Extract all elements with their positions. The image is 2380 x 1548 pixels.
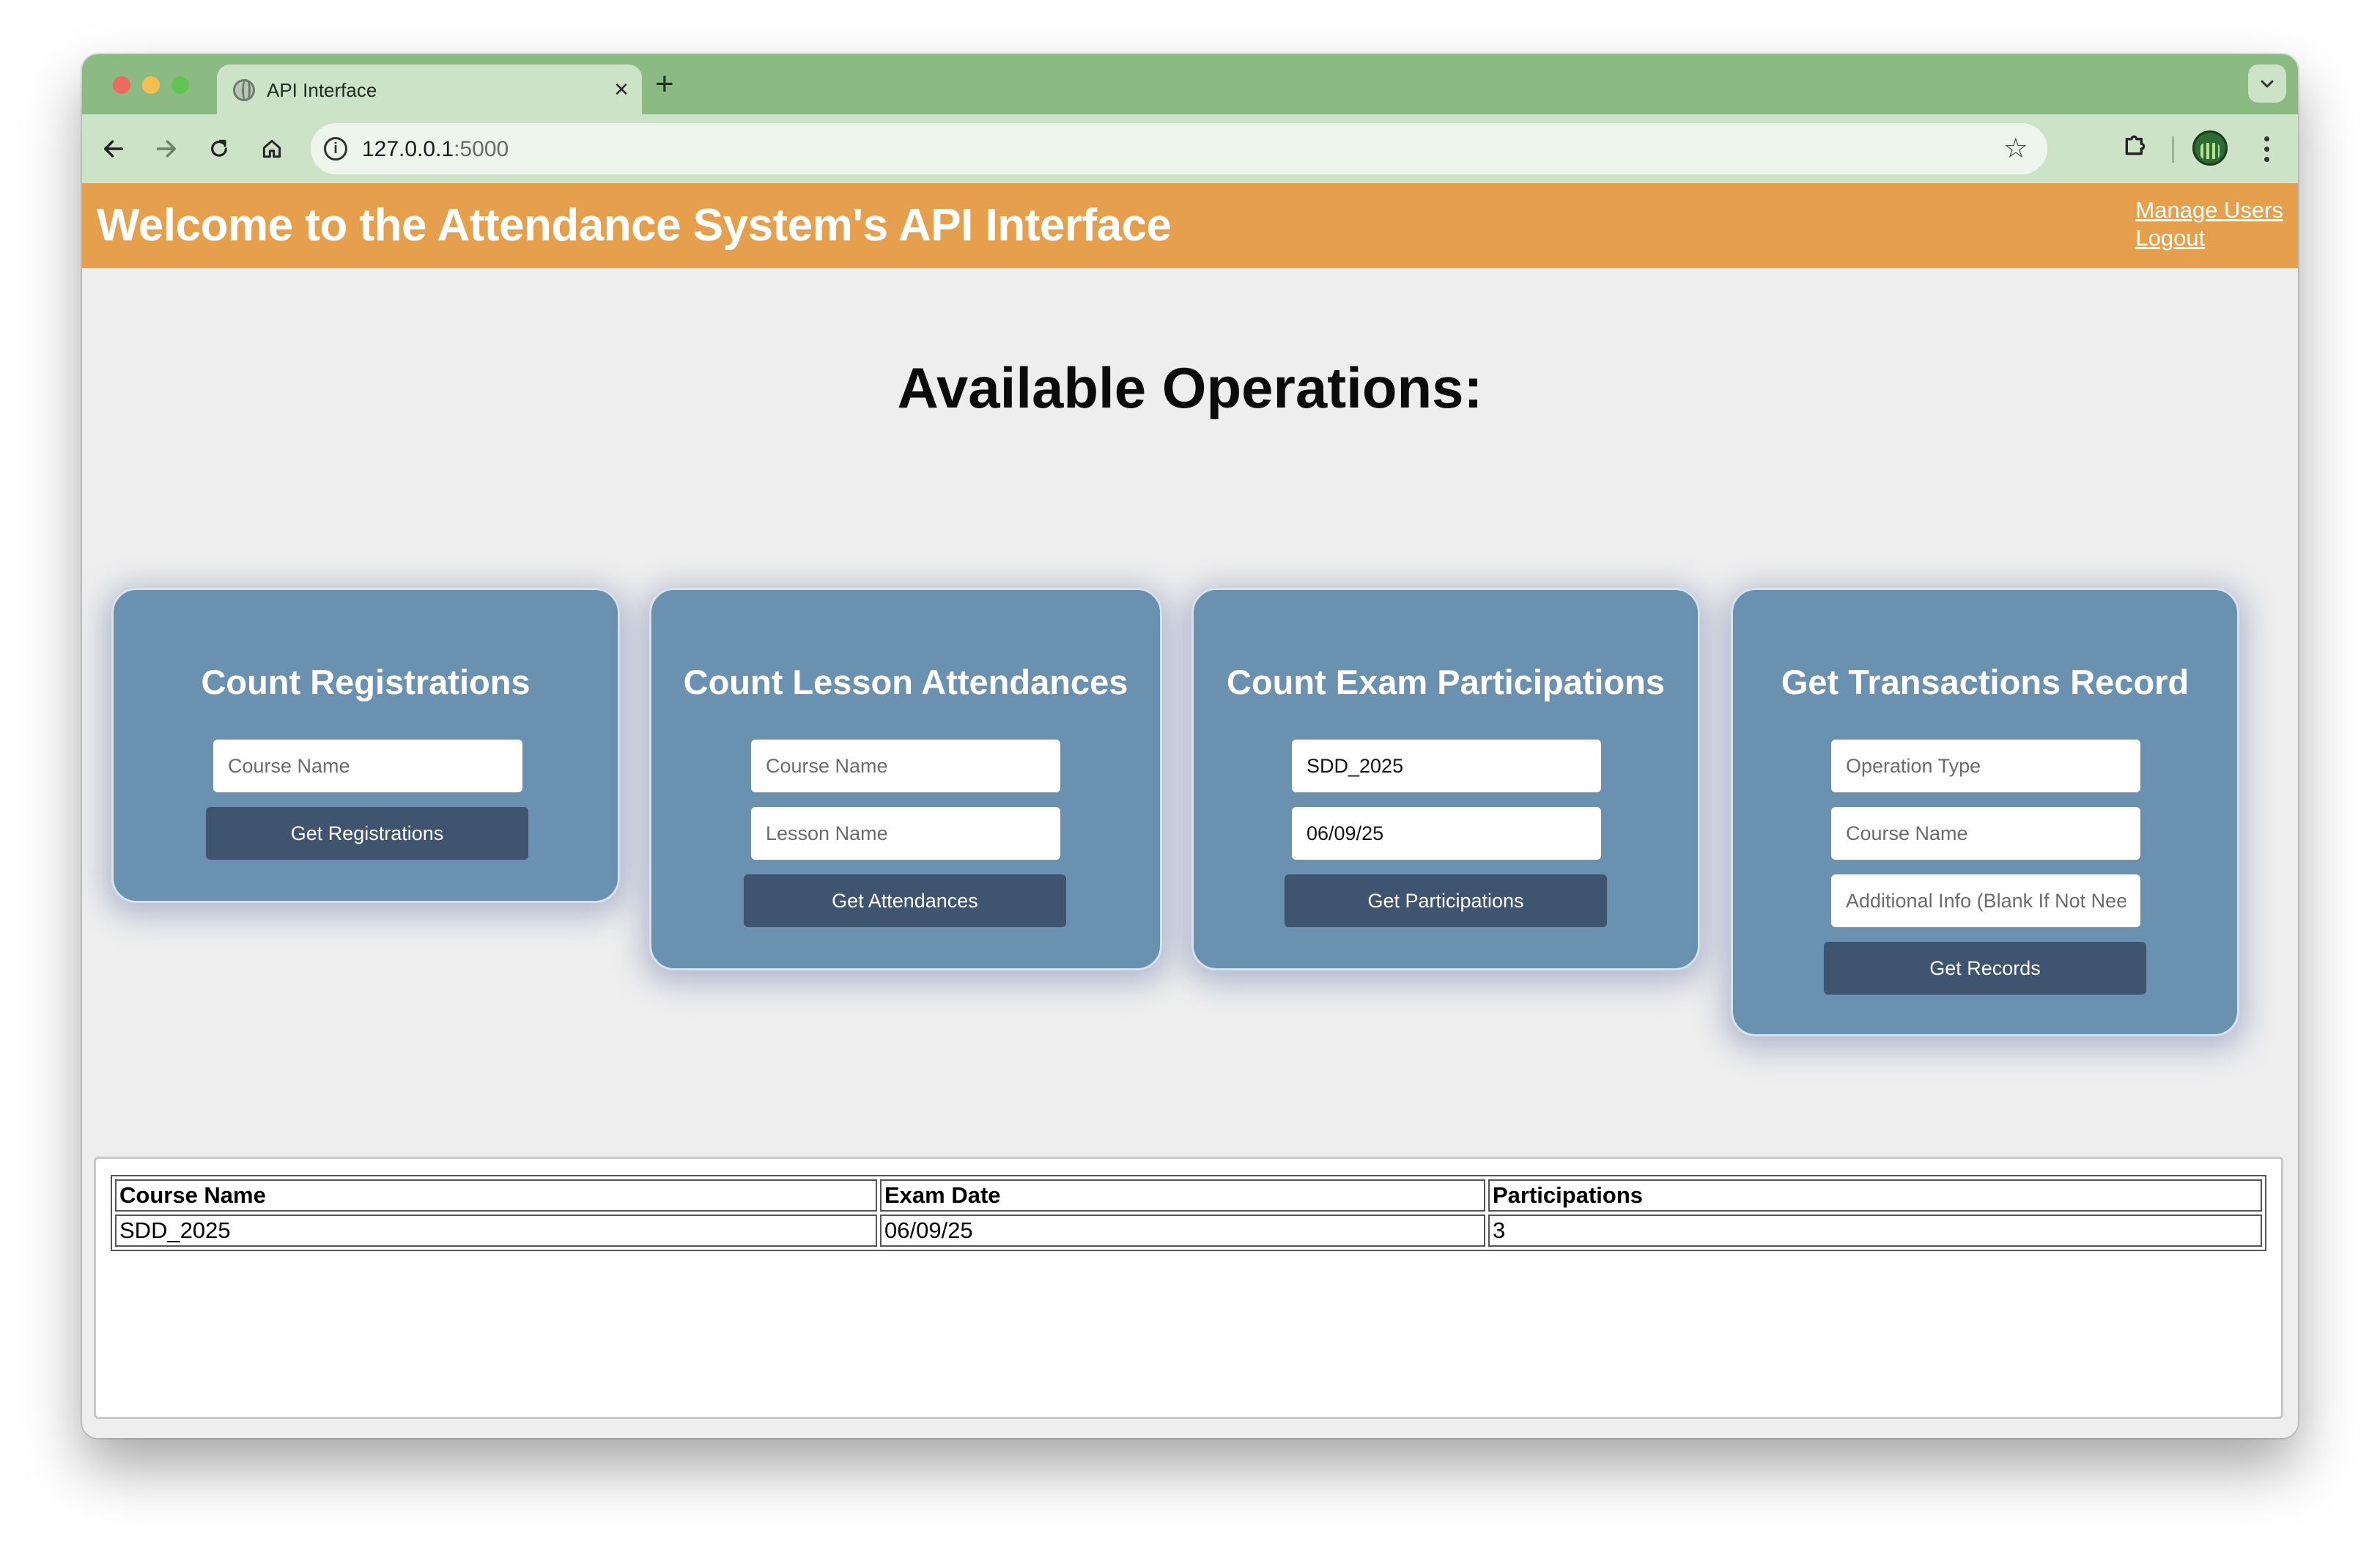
table-cell: 06/09/25 bbox=[880, 1215, 1485, 1247]
card-title: Count Registrations bbox=[201, 663, 531, 701]
count-exam-participations-card: Count Exam Participations Get Participat… bbox=[1191, 588, 1700, 970]
reload-button[interactable] bbox=[202, 132, 236, 166]
course-name-input[interactable] bbox=[213, 740, 522, 792]
column-header: Participations bbox=[1488, 1179, 2262, 1212]
card-title: Get Transactions Record bbox=[1781, 663, 2189, 701]
chevron-down-icon bbox=[2261, 80, 2274, 88]
table-cell: 3 bbox=[1488, 1215, 2262, 1247]
column-header: Exam Date bbox=[880, 1179, 1485, 1212]
globe-icon bbox=[233, 79, 255, 101]
additional-info-input[interactable] bbox=[1831, 874, 2140, 927]
logout-link[interactable]: Logout bbox=[2135, 224, 2283, 252]
puzzle-icon bbox=[2125, 135, 2146, 155]
course-name-input[interactable] bbox=[751, 740, 1060, 792]
manage-users-link[interactable]: Manage Users bbox=[2135, 196, 2283, 224]
get-participations-button[interactable]: Get Participations bbox=[1285, 874, 1607, 927]
reload-icon bbox=[211, 139, 227, 157]
site-info-icon[interactable]: i bbox=[324, 137, 347, 161]
operation-type-input[interactable] bbox=[1831, 740, 2140, 792]
browser-tab[interactable]: API Interface × bbox=[217, 64, 642, 114]
tab-title: API Interface bbox=[267, 79, 377, 101]
maximize-window-button[interactable] bbox=[171, 76, 189, 94]
get-attendances-button[interactable]: Get Attendances bbox=[744, 874, 1066, 927]
forward-button[interactable] bbox=[149, 132, 183, 166]
tab-strip: API Interface × + bbox=[82, 54, 2298, 114]
exam-date-input[interactable] bbox=[1292, 807, 1601, 860]
arrow-left-icon bbox=[103, 140, 124, 158]
tab-search-button[interactable] bbox=[2248, 64, 2286, 103]
header-links: Manage Users Logout bbox=[2135, 196, 2283, 252]
site-header: Welcome to the Attendance System's API I… bbox=[82, 183, 2298, 268]
get-records-button[interactable]: Get Records bbox=[1824, 942, 2146, 995]
table-row: SDD_2025 06/09/25 3 bbox=[115, 1215, 2262, 1247]
results-table: Course Name Exam Date Participations SDD… bbox=[111, 1175, 2266, 1251]
site-title: Welcome to the Attendance System's API I… bbox=[97, 200, 1172, 251]
home-button[interactable] bbox=[255, 132, 289, 166]
close-tab-icon[interactable]: × bbox=[614, 75, 629, 104]
back-button[interactable] bbox=[97, 132, 130, 166]
card-title: Count Exam Participations bbox=[1226, 663, 1666, 701]
table-cell: SDD_2025 bbox=[115, 1215, 877, 1247]
get-registrations-button[interactable]: Get Registrations bbox=[206, 807, 528, 860]
address-bar[interactable]: i 127.0.0.1:5000 ☆ bbox=[311, 123, 2047, 174]
course-name-input[interactable] bbox=[1292, 740, 1601, 792]
home-icon bbox=[262, 139, 281, 158]
browser-menu-icon[interactable] bbox=[2255, 133, 2277, 166]
course-name-input[interactable] bbox=[1831, 807, 2140, 860]
close-window-button[interactable] bbox=[113, 76, 130, 94]
toolbar-divider bbox=[2172, 136, 2174, 163]
count-registrations-card: Count Registrations Get Registrations bbox=[111, 588, 620, 903]
column-header: Course Name bbox=[115, 1179, 877, 1212]
browser-toolbar: i 127.0.0.1:5000 ☆ bbox=[82, 114, 2298, 183]
browser-window: API Interface × + i 127.0.0.1:5000 ☆ Wel… bbox=[82, 54, 2298, 1438]
profile-avatar[interactable] bbox=[2192, 130, 2228, 166]
results-panel: Course Name Exam Date Participations SDD… bbox=[94, 1157, 2283, 1419]
operations-title: Available Operations: bbox=[897, 355, 1483, 420]
card-title: Count Lesson Attendances bbox=[683, 663, 1128, 701]
arrow-right-icon bbox=[156, 140, 177, 158]
lesson-name-input[interactable] bbox=[751, 807, 1060, 860]
new-tab-icon[interactable]: + bbox=[655, 66, 674, 103]
page-content: Welcome to the Attendance System's API I… bbox=[82, 183, 2298, 1438]
count-lesson-attendances-card: Count Lesson Attendances Get Attendances bbox=[649, 588, 1162, 970]
table-header-row: Course Name Exam Date Participations bbox=[115, 1179, 2262, 1212]
url-text: 127.0.0.1:5000 bbox=[362, 137, 509, 161]
bookmark-star-icon[interactable]: ☆ bbox=[2003, 133, 2028, 164]
minimize-window-button[interactable] bbox=[142, 76, 160, 94]
extensions-button[interactable] bbox=[2121, 130, 2150, 163]
get-transactions-record-card: Get Transactions Record Get Records bbox=[1731, 588, 2239, 1036]
